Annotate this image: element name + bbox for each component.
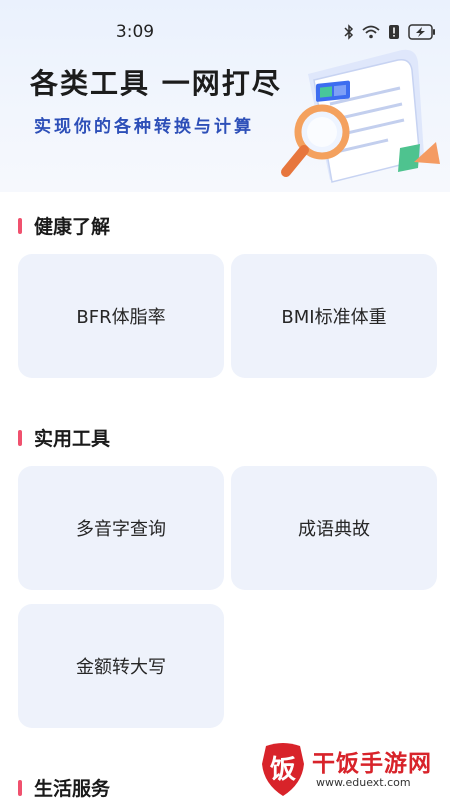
watermark: 饭 干饭手游网 www.eduext.com bbox=[248, 738, 448, 798]
section-title-health: 健康了解 bbox=[34, 216, 111, 238]
tool-card-idiom[interactable]: 成语典故 bbox=[231, 466, 437, 590]
tool-card-bfr[interactable]: BFR体脂率 bbox=[18, 254, 224, 378]
section-accent-bar bbox=[18, 429, 22, 446]
tool-card-label: 多音字查询 bbox=[76, 519, 166, 540]
section-title-life: 生活服务 bbox=[34, 778, 111, 800]
tool-card-label: BFR体脂率 bbox=[76, 307, 166, 328]
tool-card-label: 金额转大写 bbox=[76, 657, 166, 678]
watermark-logo-char: 饭 bbox=[270, 755, 296, 785]
bluetooth-icon bbox=[344, 24, 354, 40]
hero-title: 各类工具 一网打尽 bbox=[30, 67, 282, 100]
section-utility-header: 实用工具 bbox=[18, 424, 110, 451]
status-time: 3:09 bbox=[115, 22, 155, 42]
section-title-utility: 实用工具 bbox=[34, 428, 111, 450]
section-life-header: 生活服务 bbox=[18, 774, 110, 801]
battery-charging-icon bbox=[408, 24, 436, 40]
watermark-name: 干饭手游网 bbox=[312, 751, 432, 777]
hero-subtitle: 实现你的各种转换与计算 bbox=[34, 117, 254, 137]
tool-card-label: 成语典故 bbox=[298, 519, 370, 540]
section-accent-bar bbox=[18, 217, 22, 234]
tool-card-amount-uppercase[interactable]: 金额转大写 bbox=[18, 604, 224, 728]
documents-magnifier-illustration bbox=[281, 49, 440, 183]
section-health-header: 健康了解 bbox=[18, 212, 110, 239]
tool-card-label: BMI标准体重 bbox=[281, 307, 387, 328]
watermark-url: www.eduext.com bbox=[316, 776, 411, 789]
tool-card-polyphone[interactable]: 多音字查询 bbox=[18, 466, 224, 590]
hero-banner: 3:09 各类工具 一网打尽 实现你的各种转换与计算 bbox=[0, 0, 450, 192]
wifi-icon bbox=[362, 25, 380, 39]
watermark-logo-icon: 饭 bbox=[262, 743, 304, 796]
section-accent-bar bbox=[18, 779, 22, 796]
status-icons bbox=[344, 24, 436, 40]
alert-icon bbox=[388, 24, 400, 40]
tool-card-bmi[interactable]: BMI标准体重 bbox=[231, 254, 437, 378]
